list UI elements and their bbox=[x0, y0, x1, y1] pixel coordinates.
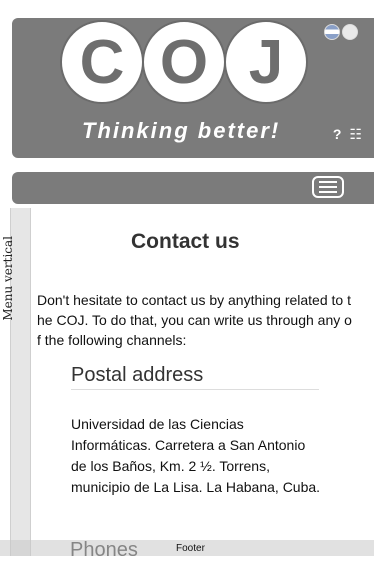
main-content: Contact us Don't hesitate to contact us … bbox=[30, 208, 374, 556]
footer-label: Footer bbox=[176, 543, 205, 554]
postal-address-heading: Postal address bbox=[71, 364, 319, 390]
intro-text: Don't hesitate to contact us by anything… bbox=[37, 292, 352, 348]
postal-address-text: Universidad de las Ciencias Informáticas… bbox=[71, 416, 321, 495]
site-tagline: Thinking better! bbox=[82, 118, 281, 143]
vertical-menu-label[interactable]: Menu vertical bbox=[1, 236, 19, 321]
flag-icon[interactable] bbox=[324, 24, 340, 40]
logo-letter: J bbox=[224, 20, 308, 104]
help-icon[interactable]: ? bbox=[333, 126, 342, 143]
site-header: C O J Thinking better! ? ☷ bbox=[12, 18, 374, 158]
logo-letter: C bbox=[60, 20, 144, 104]
flag-icon[interactable] bbox=[342, 24, 358, 40]
logo-letter: O bbox=[142, 20, 226, 104]
main-nav-bar bbox=[12, 172, 374, 204]
sitemap-icon[interactable]: ☷ bbox=[349, 126, 362, 143]
coj-logo[interactable]: C O J bbox=[60, 20, 310, 110]
hamburger-icon[interactable] bbox=[312, 176, 344, 198]
header-tools: ? ☷ bbox=[333, 126, 362, 143]
language-switcher bbox=[324, 24, 358, 40]
page-title: Contact us bbox=[131, 230, 240, 253]
